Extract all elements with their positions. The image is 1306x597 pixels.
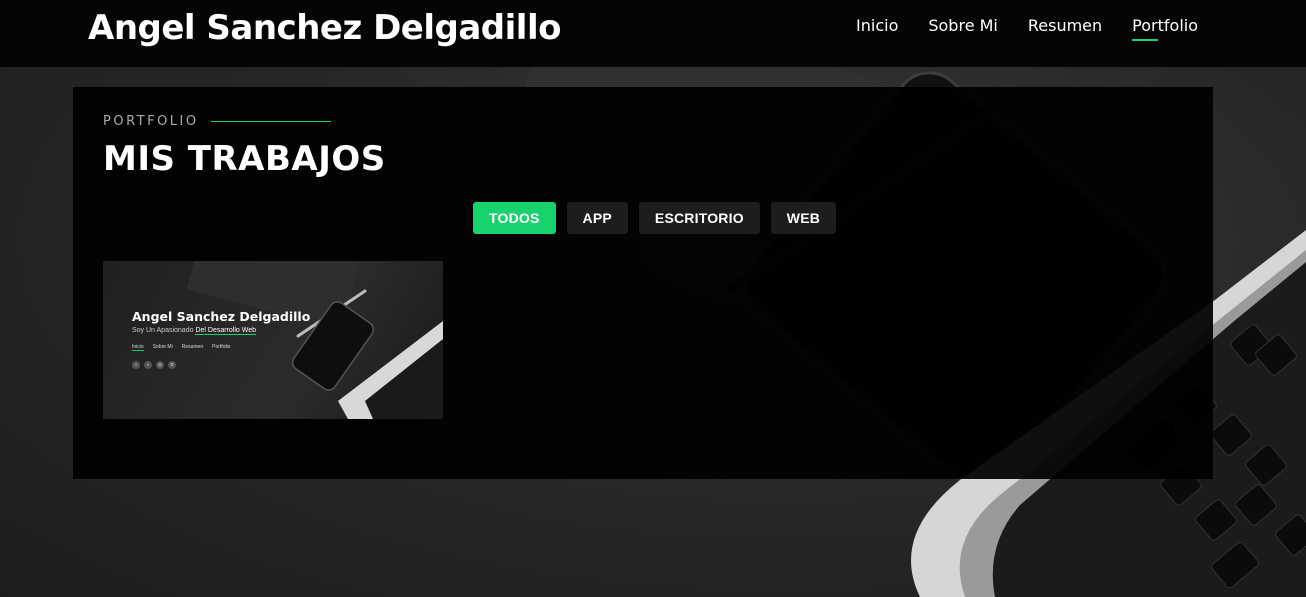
filter-todos[interactable]: TODOS (473, 202, 556, 234)
filter-web[interactable]: WEB (770, 202, 837, 234)
twitter-icon: t (132, 361, 140, 369)
portfolio-item[interactable]: Angel Sanchez Delgadillo Soy Un Apasiona… (103, 261, 443, 419)
thumbnail-subtitle: Soy Un Apasionado Del Desarrollo Web (132, 327, 256, 335)
portfolio-filters: TODOS APP ESCRITORIO WEB (473, 202, 837, 234)
section-label-line (210, 121, 331, 122)
nav-link-resumen[interactable]: Resumen (1028, 16, 1102, 41)
filter-escritorio[interactable]: ESCRITORIO (638, 202, 760, 234)
thumbnail-nav-item: Sobre Mi (152, 344, 173, 350)
section-title: MIS TRABAJOS (103, 139, 386, 179)
thumbnail-nav: Inicio Sobre Mi Resumen Portfolio (132, 344, 230, 351)
instagram-icon: ◎ (156, 361, 164, 369)
nav-link-portfolio[interactable]: Portfolio (1132, 16, 1198, 41)
thumbnail-subtitle-highlight: Del Desarrollo Web (195, 327, 256, 335)
thumbnail-nav-item: Inicio (132, 344, 144, 351)
thumbnail-nav-item: Resumen (181, 344, 204, 350)
thumbnail-subtitle-prefix: Soy Un Apasionado (132, 327, 196, 334)
nav-link-sobre-mi[interactable]: Sobre Mi (928, 16, 998, 41)
portfolio-section: PORTFOLIO MIS TRABAJOS TODOS APP ESCRITO… (73, 87, 1213, 479)
filter-app[interactable]: APP (566, 202, 628, 234)
main-nav: Inicio Sobre Mi Resumen Portfolio (856, 16, 1198, 41)
site-brand[interactable]: Angel Sanchez Delgadillo (88, 8, 561, 48)
facebook-icon: f (144, 361, 152, 369)
thumbnail-title: Angel Sanchez Delgadillo (132, 309, 311, 324)
section-label: PORTFOLIO (103, 114, 331, 129)
project-thumbnail-image (186, 261, 443, 419)
nav-link-inicio[interactable]: Inicio (856, 16, 898, 41)
whatsapp-icon: ✆ (168, 361, 176, 369)
top-navbar: Angel Sanchez Delgadillo Inicio Sobre Mi… (0, 0, 1306, 67)
thumbnail-social-icons: t f ◎ ✆ (132, 361, 176, 369)
section-label-text: PORTFOLIO (103, 114, 199, 129)
thumbnail-nav-item: Portfolio (212, 344, 231, 350)
